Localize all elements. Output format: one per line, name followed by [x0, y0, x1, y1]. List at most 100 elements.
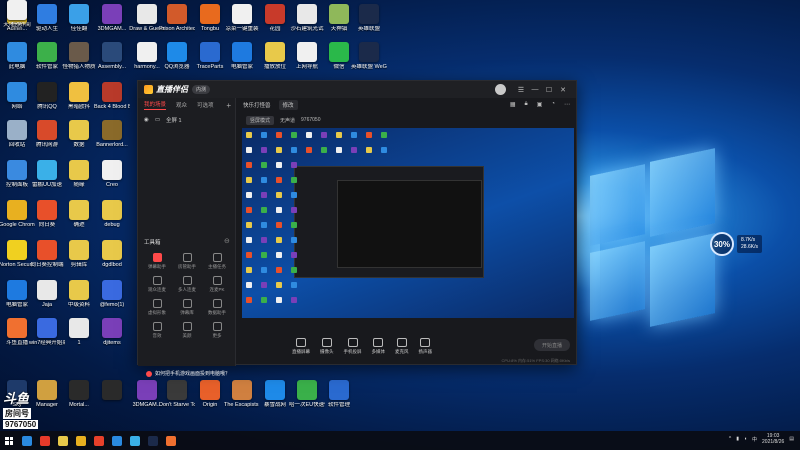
netease-icon[interactable]: [90, 431, 108, 450]
tool-item[interactable]: 房管助手: [172, 253, 202, 270]
desktop-icon[interactable]: 腾讯QQ: [30, 82, 64, 120]
desktop-icon[interactable]: 向日葵: [30, 200, 64, 238]
source-button[interactable]: 手机投屏: [344, 337, 362, 355]
edit-button[interactable]: 修改: [278, 100, 298, 110]
desktop-icon[interactable]: 回收站: [0, 120, 34, 158]
desktop-icon[interactable]: 软件管理: [322, 380, 356, 418]
desktop-icon[interactable]: win7经典开始菜单工具: [29, 318, 65, 356]
desktop-icon[interactable]: Assembly...: [95, 42, 129, 80]
scene-row[interactable]: ◉ ▭ 全屏 1: [138, 112, 235, 128]
add-scene-button[interactable]: +: [226, 101, 231, 110]
desktop-icon[interactable]: Prison Architect: [159, 4, 195, 42]
tool-item[interactable]: 美颜: [172, 322, 202, 339]
desktop-icon[interactable]: Norton Securi...: [0, 240, 35, 278]
desktop-icon[interactable]: 沙石建筑光试: [290, 4, 324, 42]
bell-icon[interactable]: ◔: [551, 101, 555, 108]
desktop-icon[interactable]: 腾讯网游: [30, 120, 64, 158]
stream-title[interactable]: 快乐打怪兽: [243, 101, 271, 109]
desktop-icon[interactable]: @femo(1): [95, 280, 129, 318]
explorer-icon[interactable]: [54, 431, 72, 450]
desktop-icon[interactable]: 花园: [258, 4, 292, 42]
desktop-icon[interactable]: Creo: [95, 160, 129, 198]
desktop-icon[interactable]: Google Chrome: [0, 200, 35, 238]
tool-item[interactable]: 音效: [142, 322, 172, 339]
notification-icon[interactable]: ▤: [789, 436, 794, 442]
user-avatar[interactable]: [495, 84, 506, 95]
eye-icon[interactable]: ◉: [144, 117, 149, 123]
source-button[interactable]: 麦克风: [395, 337, 409, 355]
desktop-icon[interactable]: 中级资料: [62, 280, 96, 318]
source-button[interactable]: 直播屏幕: [292, 337, 310, 355]
chrome-icon[interactable]: [72, 431, 90, 450]
desktop-icon[interactable]: 雷鹏UU加速: [30, 160, 64, 198]
desktop-icon[interactable]: 英雄联盟 WeGame: [351, 42, 387, 80]
desktop-icon[interactable]: 天神镇: [322, 4, 356, 42]
desktop-icon[interactable]: QQ浏览器: [160, 42, 194, 80]
stream-preview[interactable]: [242, 128, 574, 318]
desktop-icon[interactable]: TraceParts: [193, 42, 227, 80]
tool-item[interactable]: 数据助手: [202, 299, 232, 316]
tool-item[interactable]: 虚拟形象: [142, 299, 172, 316]
gift-icon[interactable]: ▣: [537, 101, 543, 108]
desktop-icon[interactable]: 微信: [322, 42, 356, 80]
app-icon[interactable]: [126, 431, 144, 450]
desktop-icon[interactable]: 此电脑: [0, 42, 34, 80]
desktop-icon[interactable]: 控制面板: [0, 160, 34, 198]
network-icon[interactable]: ▮: [736, 436, 739, 442]
tab-scenes[interactable]: 我的场景: [144, 100, 167, 110]
tool-item[interactable]: 弹幕助手: [142, 253, 172, 270]
source-button[interactable]: 摄像头: [320, 337, 334, 355]
desktop-icon[interactable]: 向日葵控制端: [30, 240, 64, 278]
wps-icon[interactable]: [36, 431, 54, 450]
desktop-icon[interactable]: 电脑管家: [225, 42, 259, 80]
edge-icon[interactable]: [18, 431, 36, 450]
desktop-icon[interactable]: 1: [62, 318, 96, 356]
source-button[interactable]: 扬声器: [419, 337, 432, 355]
desktop-icon[interactable]: 怪物猎人物质: [62, 42, 96, 80]
steam-icon[interactable]: [144, 431, 162, 450]
volume-icon[interactable]: ◖: [744, 436, 747, 442]
desktop-icon[interactable]: Origin: [193, 380, 227, 418]
desktop-icon[interactable]: The Escapists 2: [224, 380, 260, 418]
maximize-icon[interactable]: ☐: [542, 86, 556, 94]
tool-item[interactable]: 更多: [202, 322, 232, 339]
tab-audience[interactable]: 观众: [176, 101, 187, 109]
desktop-icon[interactable]: 网络: [0, 82, 34, 120]
desktop-icon[interactable]: Bannerlord...: [95, 120, 129, 158]
tip-notice[interactable]: 如何把手机游戏画面投到电脑哦？: [146, 370, 230, 377]
desktop-icon[interactable]: 播放放位: [258, 42, 292, 80]
input-method-icon[interactable]: 中: [752, 436, 757, 443]
tab-options[interactable]: 可选项: [197, 101, 214, 109]
desktop-icon[interactable]: 斗鱼直播: [0, 318, 34, 356]
desktop-icon[interactable]: 英雄联盟: [352, 4, 386, 42]
desktop-icon[interactable]: 上网导航: [290, 42, 324, 80]
desktop-icon[interactable]: [95, 380, 129, 418]
desktop-icon[interactable]: 软件管家: [30, 42, 64, 80]
desktop-icon[interactable]: 确迹: [62, 200, 96, 238]
desktop-icon[interactable]: Mortal...: [62, 380, 96, 418]
desktop-icon[interactable]: harmony...: [130, 42, 164, 80]
desktop-icon[interactable]: Back 4 Blood Beta: [94, 82, 130, 120]
desktop-icon[interactable]: 随缘: [62, 160, 96, 198]
app-titlebar[interactable]: 直播伴侣 内测 ☰ — ☐ ✕: [138, 81, 576, 98]
grid-icon[interactable]: ▦: [510, 101, 516, 108]
tool-item[interactable]: 连麦PK: [202, 276, 232, 293]
desktop-icon[interactable]: 黑暗欧抖: [62, 82, 96, 120]
desktop-icon[interactable]: dgdlbod: [95, 240, 129, 278]
live-companion-window[interactable]: 直播伴侣 内测 ☰ — ☐ ✕ 我的场景 观众 可选项 + ◉ ▭ 全屏 1 工…: [137, 80, 577, 377]
network-widget[interactable]: 30% 8.7K/s 28.6K/s: [710, 232, 762, 256]
start-live-button[interactable]: 开始直播: [534, 339, 570, 351]
minimize-icon[interactable]: —: [528, 86, 542, 93]
tool-item[interactable]: 主播任务: [202, 253, 232, 270]
source-button[interactable]: 多媒体: [372, 337, 385, 355]
desktop-icon[interactable]: Draw & Guess: [129, 4, 165, 42]
desktop-icon[interactable]: Don't Starve Together: [159, 380, 195, 418]
desktop-icon[interactable]: 电脑管家: [0, 280, 34, 318]
desktop-icon[interactable]: debug: [95, 200, 129, 238]
desktop-icon[interactable]: 佳佳翻: [62, 4, 96, 42]
clock[interactable]: 19:03 2021/8/26: [762, 433, 784, 445]
qq-icon[interactable]: [108, 431, 126, 450]
desktop-icon[interactable]: 暴雪战网: [258, 380, 292, 418]
chevron-up-icon[interactable]: ^: [729, 436, 731, 442]
toolbox-expand-icon[interactable]: ⊖: [224, 237, 230, 245]
